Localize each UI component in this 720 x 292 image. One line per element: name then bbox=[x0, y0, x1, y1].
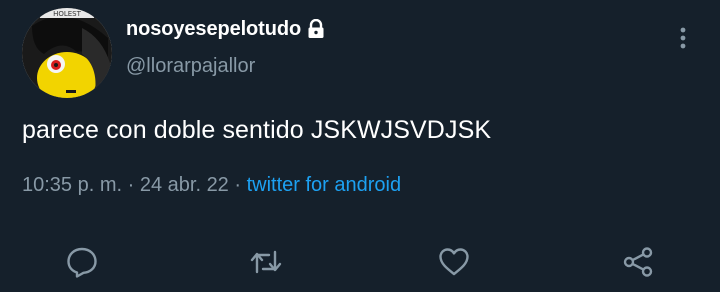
tweet-metadata: 10:35 p. m. · 24 abr. 22 · twitter for a… bbox=[22, 174, 401, 197]
like-icon[interactable] bbox=[436, 244, 472, 280]
reply-icon[interactable] bbox=[64, 244, 100, 280]
tweet-source-link[interactable]: twitter for android bbox=[247, 174, 402, 196]
author-name-row: nosoyesepelotudo bbox=[126, 16, 325, 42]
avatar-image: HOLEST bbox=[22, 8, 112, 98]
tweet-card: HOLEST nosoyesepelotudo @llorarpajallor … bbox=[0, 0, 720, 292]
tweet-actions bbox=[0, 244, 720, 280]
user-handle[interactable]: @llorarpajallor bbox=[126, 55, 255, 78]
display-name[interactable]: nosoyesepelotudo bbox=[126, 18, 301, 41]
avatar[interactable]: HOLEST bbox=[22, 8, 112, 98]
retweet-icon[interactable] bbox=[248, 244, 284, 280]
meta-separator: · bbox=[127, 174, 140, 196]
more-vertical-icon[interactable] bbox=[670, 24, 696, 52]
tweet-time[interactable]: 10:35 p. m. bbox=[22, 174, 122, 196]
share-icon[interactable] bbox=[620, 244, 656, 280]
meta-separator: · bbox=[234, 174, 247, 196]
lock-icon bbox=[307, 18, 325, 39]
svg-text:HOLEST: HOLEST bbox=[53, 10, 82, 18]
tweet-date[interactable]: 24 abr. 22 bbox=[140, 174, 229, 196]
tweet-text: parece con doble sentido JSKWJSVDJSK bbox=[22, 116, 492, 144]
